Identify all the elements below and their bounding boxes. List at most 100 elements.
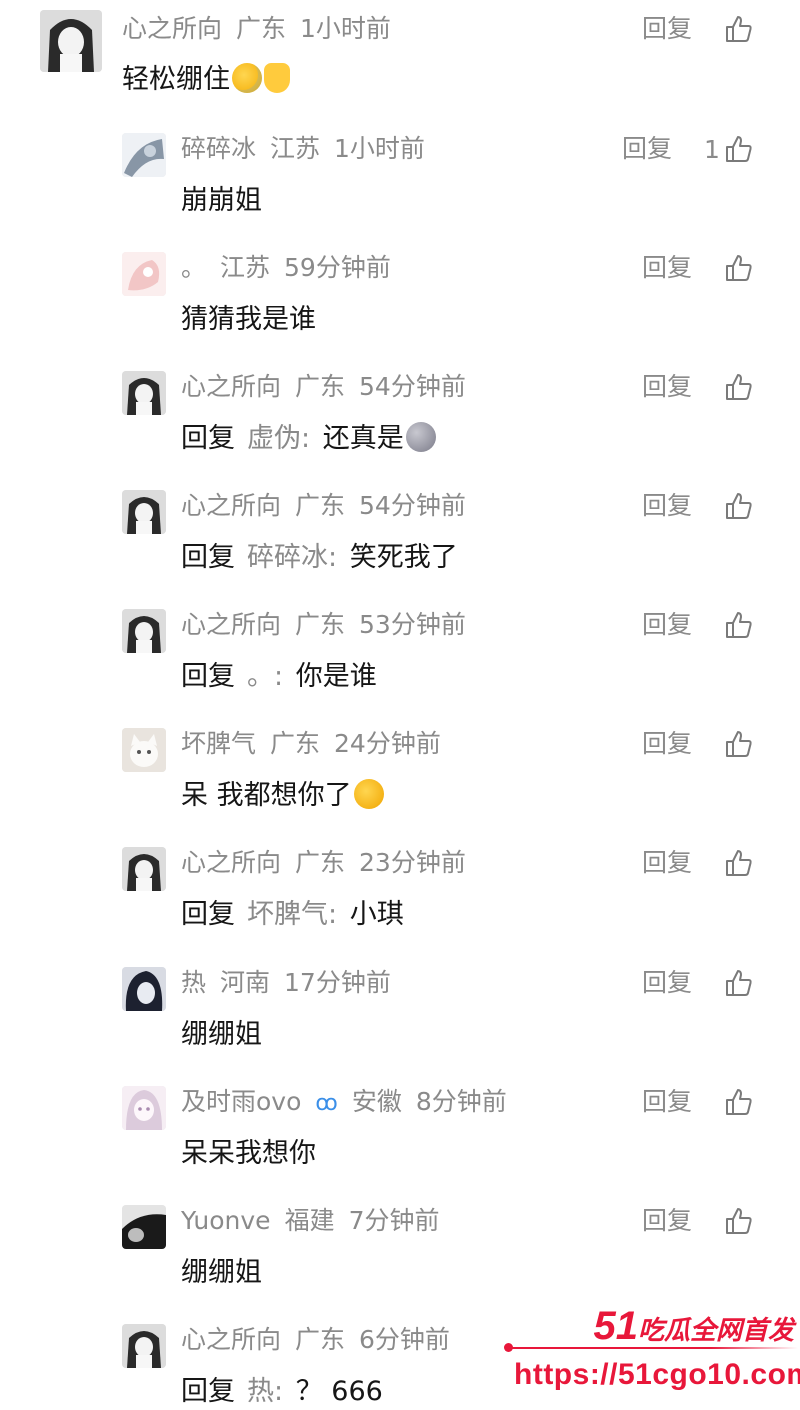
comment-time: 23分钟前: [359, 848, 466, 877]
user-name[interactable]: 心之所向: [181, 372, 281, 401]
reply-button[interactable]: 回复: [642, 1086, 692, 1118]
user-region: 广东: [295, 1325, 346, 1354]
comment-time: 1小时前: [300, 14, 391, 43]
user-avatar[interactable]: [122, 609, 166, 653]
crying-laughing-emoji: [232, 63, 262, 93]
comment-item: 心之所向 广东 1小时前 轻松绷住 回复: [0, 0, 800, 110]
thumbs-up-icon: [726, 255, 752, 281]
user-avatar[interactable]: [122, 728, 166, 772]
user-name[interactable]: 坏脾气: [181, 729, 256, 758]
reply-button[interactable]: 回复: [642, 371, 692, 403]
reply-button[interactable]: 回复: [642, 13, 692, 45]
reply-button[interactable]: 回复: [642, 847, 692, 879]
comment-time: 1小时前: [334, 134, 425, 163]
comment-text: 轻松绷住: [122, 62, 290, 98]
thumbs-up-icon: [725, 136, 752, 162]
comment-time: 54分钟前: [359, 491, 466, 520]
like-button[interactable]: [724, 252, 754, 284]
user-region: 广东: [295, 491, 346, 520]
user-avatar[interactable]: [122, 371, 166, 415]
user-name[interactable]: 心之所向: [122, 14, 222, 43]
grinning-emoji: [353, 779, 384, 809]
like-button[interactable]: [724, 967, 754, 999]
comment-text: 猜猜我是谁: [181, 304, 316, 335]
moon-face-emoji: [405, 422, 436, 452]
comment-text: 回复 虚伪: 还真是: [181, 421, 436, 457]
like-button[interactable]: [724, 490, 754, 522]
user-name[interactable]: 。: [181, 253, 206, 282]
like-button[interactable]: [724, 728, 754, 760]
thumbs-up-icon: [726, 731, 752, 757]
user-region: 广东: [270, 729, 321, 758]
comment-text: 崩崩姐: [181, 185, 262, 216]
like-button[interactable]: [724, 13, 754, 45]
user-region: 河南: [220, 968, 271, 997]
user-avatar[interactable]: [122, 133, 166, 177]
user-region: 福建: [284, 1206, 335, 1235]
comment-meta: 热河南 17分钟前: [181, 967, 405, 999]
comment-time: 7分钟前: [348, 1206, 440, 1235]
reply-button[interactable]: 回复: [642, 609, 692, 641]
reply-button[interactable]: 回复: [642, 252, 692, 284]
comment-text: 绷绷姐: [181, 1019, 262, 1050]
comment-time: 8分钟前: [415, 1087, 507, 1116]
reply-button[interactable]: 回复: [622, 133, 672, 165]
user-avatar[interactable]: [122, 1324, 166, 1368]
user-region: 广东: [295, 848, 346, 877]
comment-meta: 心之所向 广东 54分钟前: [181, 371, 480, 403]
user-name[interactable]: 热: [181, 968, 206, 997]
reply-target[interactable]: 虚伪: [247, 423, 301, 454]
user-region: 江苏: [220, 253, 271, 282]
user-avatar[interactable]: [122, 847, 166, 891]
user-name[interactable]: 碎碎冰: [181, 134, 256, 163]
user-avatar[interactable]: [122, 967, 166, 1011]
user-avatar[interactable]: [40, 10, 102, 72]
thumbs-up-icon: [726, 1089, 752, 1115]
reply-target[interactable]: 碎碎冰: [247, 542, 328, 573]
comment-text: 呆 我都想你了: [181, 778, 384, 814]
comment-meta: 心之所向 广东 6分钟前: [181, 1324, 464, 1356]
comment-meta: 碎碎冰 江苏 1小时前: [181, 133, 439, 165]
comment-time: 59分钟前: [284, 253, 391, 282]
like-button[interactable]: [724, 1086, 754, 1118]
comment-meta: 心之所向 广东 23分钟前: [181, 847, 480, 879]
thumbs-up-icon: [726, 493, 752, 519]
reply-target[interactable]: 热: [247, 1376, 274, 1407]
like-button[interactable]: 1: [704, 133, 754, 165]
comment-time: 6分钟前: [359, 1325, 450, 1354]
user-region: 安徽: [351, 1087, 402, 1116]
comment-text: 呆呆我想你: [181, 1138, 316, 1169]
reply-button[interactable]: 回复: [642, 967, 692, 999]
watermark-url: https://51cgo10.com: [514, 1358, 800, 1391]
reply-target[interactable]: 坏脾气: [247, 899, 328, 930]
user-avatar[interactable]: [122, 1205, 166, 1249]
ok-hand-emoji: [264, 63, 290, 93]
thumbs-up-icon: [726, 16, 752, 42]
user-name[interactable]: 心之所向: [181, 848, 281, 877]
reply-button[interactable]: 回复: [642, 490, 692, 522]
watermark-brand: 51吃瓜全网首发: [593, 1304, 794, 1348]
comment-time: 53分钟前: [359, 610, 466, 639]
like-button[interactable]: [724, 371, 754, 403]
user-avatar[interactable]: [122, 1086, 166, 1130]
reply-target[interactable]: 。: [247, 661, 274, 692]
user-name[interactable]: 心之所向: [181, 610, 281, 639]
user-avatar[interactable]: [122, 490, 166, 534]
user-avatar[interactable]: [122, 252, 166, 296]
watermark-divider: [508, 1347, 798, 1349]
user-name[interactable]: 及时雨ovo: [181, 1087, 301, 1116]
vip-badge-icon: ꝏ: [315, 1091, 338, 1116]
like-button[interactable]: [724, 847, 754, 879]
like-button[interactable]: [724, 609, 754, 641]
reply-button[interactable]: 回复: [642, 728, 692, 760]
site-watermark: 51吃瓜全网首发 https://51cgo10.com: [500, 1298, 800, 1403]
comment-text: 绷绷姐: [181, 1257, 262, 1288]
comment-meta: Yuonve 福建 7分钟前: [181, 1205, 454, 1237]
user-name[interactable]: Yuonve: [181, 1206, 271, 1235]
reply-button[interactable]: 回复: [642, 1205, 692, 1237]
thumbs-up-icon: [726, 374, 752, 400]
thumbs-up-icon: [726, 850, 752, 876]
user-name[interactable]: 心之所向: [181, 1325, 281, 1354]
like-button[interactable]: [724, 1205, 754, 1237]
user-name[interactable]: 心之所向: [181, 491, 281, 520]
